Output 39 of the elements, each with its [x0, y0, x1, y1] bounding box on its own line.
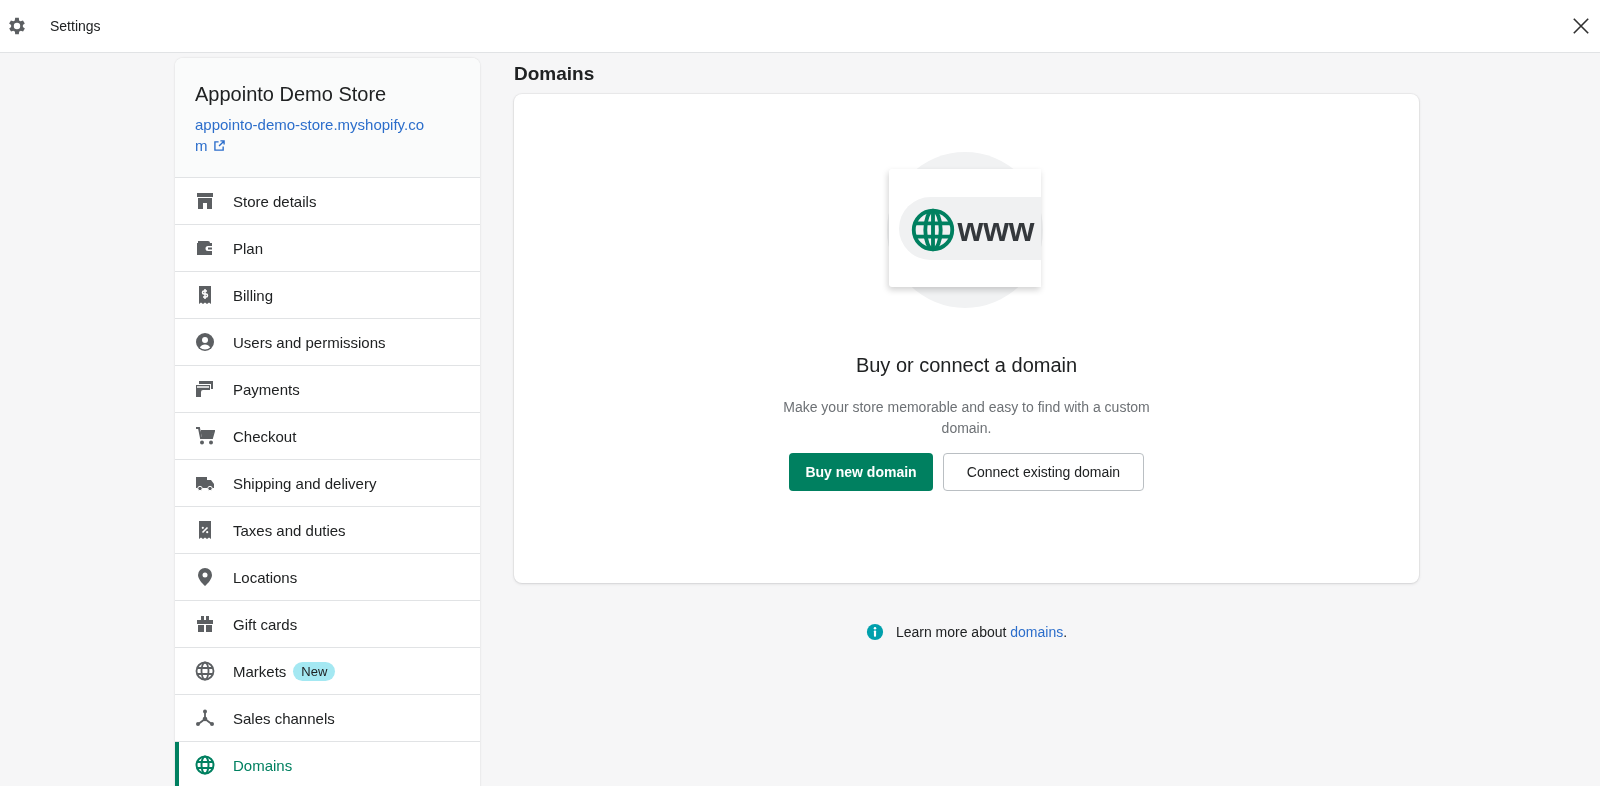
sidebar-item[interactable]: Taxes and duties — [175, 507, 480, 554]
window-title: Settings — [50, 18, 101, 34]
sidebar-item[interactable]: Plan — [175, 225, 480, 272]
learn-more-text: Learn more about domains. — [895, 624, 1068, 640]
globe-icon — [910, 208, 955, 252]
globe-icon — [195, 661, 215, 681]
wallet-icon — [195, 238, 215, 258]
settings-icon — [6, 15, 28, 37]
card-icon — [195, 379, 215, 399]
new-badge: New — [293, 661, 336, 681]
close-icon — [1572, 17, 1590, 35]
location-pin-icon — [195, 567, 215, 587]
globe-icon — [195, 755, 215, 775]
sidebar-item[interactable]: Locations — [175, 554, 480, 601]
external-link-icon — [213, 140, 225, 151]
sidebar-item[interactable]: Markets New — [175, 648, 480, 695]
www-label: www — [957, 210, 1035, 250]
sidebar-item[interactable]: Store details — [175, 178, 480, 225]
empty-state-heading: Buy or connect a domain — [855, 354, 1078, 377]
sidebar-item[interactable]: Gift cards — [175, 601, 480, 648]
sidebar-item[interactable]: Payments — [175, 366, 480, 413]
gift-icon — [195, 614, 215, 634]
sidebar-item[interactable]: Sales channels — [175, 695, 480, 742]
connect-domain-button[interactable]: Connect existing domain — [943, 453, 1144, 491]
sidebar-item[interactable]: Checkout — [175, 413, 480, 460]
sidebar-item[interactable]: Domains — [175, 742, 480, 786]
buy-domain-button[interactable]: Buy new domain — [789, 453, 933, 491]
sidebar-item[interactable]: Users and permissions — [175, 319, 480, 366]
sidebar-item[interactable]: Billing — [175, 272, 480, 319]
store-link[interactable]: appointo-demo-store.myshopify.com — [195, 114, 427, 156]
page-title: Domains — [514, 63, 596, 85]
user-icon — [195, 332, 215, 352]
info-icon — [865, 623, 884, 641]
cart-icon — [195, 426, 215, 446]
empty-state-description: Make your store memorable and easy to find with a custom domain. — [782, 398, 1151, 438]
store-name: Appointo Demo Store — [195, 83, 388, 106]
store-icon — [195, 191, 215, 211]
sidebar-item[interactable]: Shipping and delivery — [175, 460, 480, 507]
nodes-icon — [195, 708, 215, 728]
